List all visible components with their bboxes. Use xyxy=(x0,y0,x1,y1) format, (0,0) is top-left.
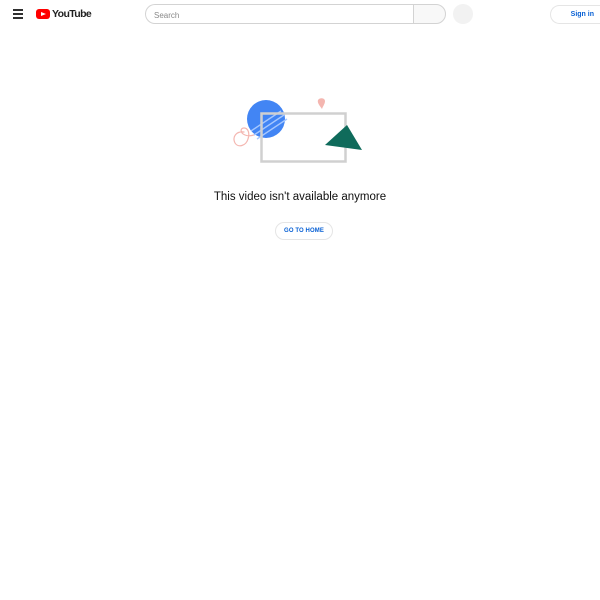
unavailable-video-illustration xyxy=(233,98,362,163)
go-to-home-button[interactable]: GO TO HOME xyxy=(275,222,333,240)
unavailable-message: This video isn't available anymore xyxy=(213,191,387,203)
sign-in-button[interactable]: Sign in xyxy=(550,5,600,24)
microphone-icon[interactable] xyxy=(453,4,473,24)
go-to-home-label: GO TO HOME xyxy=(284,228,324,234)
menu-icon[interactable] xyxy=(9,5,27,23)
sign-in-label: Sign in xyxy=(570,11,594,18)
masthead: YouTube Sign in xyxy=(0,0,600,28)
search-box xyxy=(145,4,414,25)
search-input[interactable] xyxy=(146,6,404,25)
green-triangle xyxy=(325,125,362,150)
logo-text: YouTube xyxy=(52,8,92,20)
search-button[interactable] xyxy=(413,4,446,24)
youtube-logo-icon xyxy=(36,9,50,19)
youtube-logo[interactable]: YouTube xyxy=(36,8,92,20)
pink-leaf xyxy=(317,98,325,109)
